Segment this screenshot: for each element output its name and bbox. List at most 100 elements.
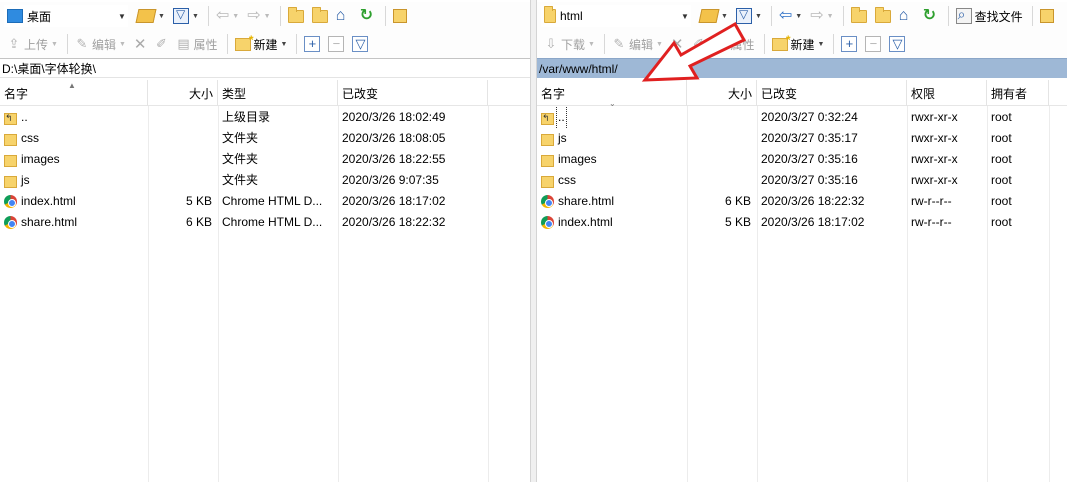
- unselect-button[interactable]: −: [325, 33, 347, 55]
- forward-button[interactable]: ⇨ ▼: [807, 5, 836, 27]
- chevron-down-icon[interactable]: ▼: [232, 13, 239, 20]
- root-directory-button[interactable]: [309, 5, 331, 27]
- chevron-down-icon[interactable]: ▼: [721, 13, 728, 20]
- root-directory-button[interactable]: [872, 5, 894, 27]
- file-row[interactable]: share.html 6 KB 2020/3/26 18:22:32 rw-r--r-…: [537, 191, 1067, 212]
- file-row[interactable]: images 2020/3/27 0:35:16 rwxr-xr-x root: [537, 149, 1067, 170]
- chevron-down-icon[interactable]: ▼: [680, 12, 690, 21]
- toolbar-separator: [66, 34, 68, 54]
- column-header-type[interactable]: 类型: [218, 80, 338, 106]
- chevron-down-icon[interactable]: ▼: [755, 13, 762, 20]
- download-button[interactable]: ⇩ 下载 ▼: [541, 33, 598, 55]
- file-owner-cell: root: [991, 110, 1012, 124]
- column-header-size[interactable]: 大小: [687, 80, 757, 106]
- file-row[interactable]: css 文件夹 2020/3/26 18:08:05: [0, 128, 530, 149]
- column-header-permissions[interactable]: 权限: [907, 80, 987, 106]
- chevron-down-icon[interactable]: ▼: [117, 12, 127, 21]
- edit-button[interactable]: ✎ 编辑 ▼: [72, 33, 129, 55]
- upload-label: 上传: [24, 37, 49, 52]
- chevron-down-icon[interactable]: ▼: [192, 13, 199, 20]
- file-modified-cell: 2020/3/26 18:22:32: [342, 215, 446, 229]
- file-row[interactable]: images 文件夹 2020/3/26 18:22:55: [0, 149, 530, 170]
- tree-icon: [1039, 9, 1054, 23]
- open-folder-icon: [698, 9, 720, 23]
- parent-directory-button[interactable]: [848, 5, 870, 27]
- column-header-name[interactable]: 名字 ▲: [0, 80, 148, 106]
- chevron-down-icon[interactable]: ▼: [119, 41, 126, 48]
- column-header-modified[interactable]: 已改变: [757, 80, 907, 106]
- rename-button[interactable]: ✐: [688, 33, 708, 55]
- parent-directory-icon: [850, 6, 867, 23]
- chevron-down-icon[interactable]: ▼: [656, 41, 663, 48]
- file-name: css: [21, 131, 39, 145]
- local-location-combo[interactable]: 桌面 ▼: [4, 5, 128, 27]
- select-all-button[interactable]: +: [838, 33, 860, 55]
- filter-select-button[interactable]: ▽: [349, 33, 371, 55]
- column-header-modified[interactable]: 已改变: [338, 80, 488, 106]
- pane-splitter[interactable]: [530, 0, 537, 482]
- chevron-down-icon[interactable]: ▼: [281, 41, 288, 48]
- local-path-bar[interactable]: D:\桌面\字体轮换\: [0, 58, 530, 78]
- chevron-down-icon[interactable]: ▼: [795, 13, 802, 20]
- file-row[interactable]: share.html 6 KB Chrome HTML D... 2020/3/26 …: [0, 212, 530, 233]
- file-row[interactable]: index.html 5 KB 2020/3/26 18:17:02 rw-r--r-…: [537, 212, 1067, 233]
- local-pane: 桌面 ▼ ▼ ▼ ⇦▼ ⇨▼ ⌂ ↻ ⇪上传▼ ✎编辑▼ ✕ ✐ ▤属性 新建▼…: [0, 0, 530, 482]
- parent-folder-icon: [4, 108, 17, 128]
- filter-button[interactable]: ▼: [733, 5, 765, 27]
- delete-button[interactable]: ✕: [668, 33, 687, 55]
- delete-button[interactable]: ✕: [131, 33, 150, 55]
- chevron-down-icon[interactable]: ▼: [51, 41, 58, 48]
- home-button[interactable]: ⌂: [896, 5, 918, 27]
- unselect-button[interactable]: −: [862, 33, 884, 55]
- folder-icon: [4, 175, 17, 188]
- remote-location-combo[interactable]: html ▼: [541, 5, 691, 27]
- file-modified-cell: 2020/3/26 9:07:35: [342, 173, 439, 187]
- chevron-down-icon[interactable]: ▼: [158, 13, 165, 20]
- back-button[interactable]: ⇦ ▼: [776, 5, 805, 27]
- file-row[interactable]: .. 2020/3/27 0:32:24 rwxr-xr-x root: [537, 107, 1067, 128]
- properties-button[interactable]: ▤ 属性: [710, 33, 757, 55]
- file-row[interactable]: index.html 5 KB Chrome HTML D... 2020/3/26 …: [0, 191, 530, 212]
- file-row[interactable]: css 2020/3/27 0:35:16 rwxr-xr-x root: [537, 170, 1067, 191]
- file-row[interactable]: js 文件夹 2020/3/26 9:07:35: [0, 170, 530, 191]
- file-name: images: [558, 152, 597, 166]
- upload-button[interactable]: ⇪ 上传 ▼: [4, 33, 61, 55]
- column-header-owner[interactable]: 拥有者: [987, 80, 1049, 106]
- column-header-name[interactable]: 名字 ⌄: [537, 80, 687, 108]
- open-folder-button[interactable]: ▼: [697, 5, 731, 27]
- tree-view-button[interactable]: [390, 5, 410, 27]
- back-button[interactable]: ⇦ ▼: [213, 5, 242, 27]
- remote-path-bar[interactable]: /var/www/html/: [537, 58, 1067, 78]
- filter-select-button[interactable]: ▽: [886, 33, 908, 55]
- edit-button[interactable]: ✎ 编辑 ▼: [609, 33, 666, 55]
- column-header-size[interactable]: 大小: [148, 80, 218, 106]
- toolbar-separator: [384, 6, 386, 26]
- chevron-down-icon[interactable]: ▼: [264, 13, 271, 20]
- chevron-down-icon[interactable]: ▼: [588, 41, 595, 48]
- file-row[interactable]: js 2020/3/27 0:35:17 rwxr-xr-x root: [537, 128, 1067, 149]
- file-row[interactable]: .. 上级目录 2020/3/26 18:02:49: [0, 107, 530, 128]
- chevron-down-icon[interactable]: ▼: [818, 41, 825, 48]
- properties-button[interactable]: ▤ 属性: [173, 33, 220, 55]
- folder-icon: [541, 175, 554, 188]
- home-button[interactable]: ⌂: [333, 5, 355, 27]
- plus-icon: +: [841, 36, 858, 52]
- new-button[interactable]: 新建▼: [769, 33, 828, 55]
- refresh-button[interactable]: ↻: [357, 5, 379, 27]
- rename-button[interactable]: ✐: [151, 33, 171, 55]
- select-all-button[interactable]: +: [301, 33, 323, 55]
- parent-directory-button[interactable]: [285, 5, 307, 27]
- filter-button[interactable]: ▼: [170, 5, 202, 27]
- tree-view-button[interactable]: [1037, 5, 1057, 27]
- open-folder-button[interactable]: ▼: [134, 5, 168, 27]
- file-modified-cell: 2020/3/26 18:08:05: [342, 131, 446, 145]
- file-permissions-cell: rwxr-xr-x: [911, 173, 958, 187]
- forward-button[interactable]: ⇨ ▼: [244, 5, 273, 27]
- parent-directory-icon: [287, 6, 304, 23]
- new-button[interactable]: 新建▼: [232, 33, 291, 55]
- file-name-cell: js: [0, 170, 148, 191]
- properties-label: 属性: [730, 37, 755, 52]
- chevron-down-icon[interactable]: ▼: [827, 13, 834, 20]
- refresh-button[interactable]: ↻: [920, 5, 942, 27]
- find-files-button[interactable]: 查找文件: [953, 5, 1026, 27]
